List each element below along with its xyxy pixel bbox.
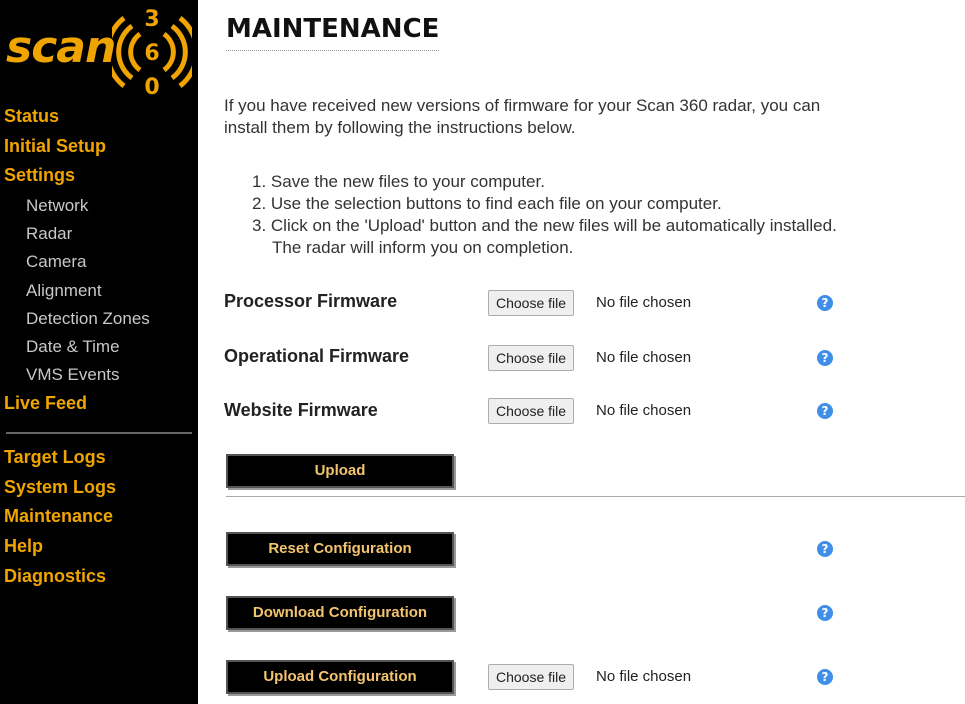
page-title: MAINTENANCE: [226, 14, 440, 51]
sidebar-item-settings[interactable]: Settings: [4, 165, 75, 186]
operational-firmware-choose-file-button[interactable]: Choose file: [488, 345, 575, 371]
sidebar-item-status[interactable]: Status: [4, 106, 59, 127]
instruction-step-3-continued: The radar will inform you on completion.: [272, 238, 574, 257]
upload-configuration-choose-file-button[interactable]: Choose file: [488, 664, 575, 690]
download-configuration-button[interactable]: Download Configuration: [226, 596, 454, 630]
processor-firmware-help-icon[interactable]: ?: [817, 295, 833, 311]
logo-digit-6: 6: [144, 41, 159, 66]
instruction-step-3: 3. Click on the 'Upload' button and the …: [252, 216, 837, 235]
logo-digit-0: 0: [144, 75, 159, 100]
operational-firmware-file-status: No file chosen: [596, 349, 692, 366]
instruction-step-2: 2. Use the selection buttons to find eac…: [252, 194, 722, 213]
download-configuration-help-icon[interactable]: ?: [817, 605, 833, 621]
upload-firmware-button[interactable]: Upload: [226, 454, 454, 488]
upload-configuration-file-status: No file chosen: [596, 668, 692, 685]
website-firmware-choose-file-button[interactable]: Choose file: [488, 398, 575, 424]
instruction-step-1: 1. Save the new files to your computer.: [252, 172, 545, 191]
upload-configuration-button[interactable]: Upload Configuration: [226, 660, 454, 694]
logo-digit-3: 3: [144, 7, 159, 32]
sidebar: scan 3 6 0 Status Initial Setup Settings…: [0, 0, 198, 704]
sidebar-divider: [6, 432, 192, 434]
scan-360-logo[interactable]: scan 3 6 0: [4, 4, 194, 100]
operational-firmware-help-icon[interactable]: ?: [817, 350, 833, 366]
radar-waves-icon: 3 6 0: [112, 7, 192, 100]
sidebar-item-diagnostics[interactable]: Diagnostics: [4, 566, 106, 587]
reset-configuration-help-icon[interactable]: ?: [817, 541, 833, 557]
processor-firmware-label: Processor Firmware: [224, 291, 398, 311]
upload-configuration-help-icon[interactable]: ?: [817, 669, 833, 685]
sidebar-item-help[interactable]: Help: [4, 536, 43, 557]
sidebar-item-vms-events[interactable]: VMS Events: [26, 365, 120, 385]
intro-text-line1: If you have received new versions of fir…: [224, 96, 821, 115]
intro-text-line2: install them by following the instructio…: [224, 118, 576, 137]
processor-firmware-file-status: No file chosen: [596, 294, 692, 311]
main-content: MAINTENANCE If you have received new ver…: [200, 0, 965, 704]
sidebar-item-maintenance[interactable]: Maintenance: [4, 506, 113, 527]
website-firmware-help-icon[interactable]: ?: [817, 403, 833, 419]
sidebar-item-date-time[interactable]: Date & Time: [26, 337, 120, 357]
website-firmware-label: Website Firmware: [224, 400, 378, 420]
operational-firmware-label: Operational Firmware: [224, 346, 410, 366]
sidebar-item-system-logs[interactable]: System Logs: [4, 477, 116, 498]
sidebar-item-camera[interactable]: Camera: [26, 252, 86, 272]
sidebar-item-radar[interactable]: Radar: [26, 224, 72, 244]
reset-configuration-button[interactable]: Reset Configuration: [226, 532, 454, 566]
sidebar-item-alignment[interactable]: Alignment: [26, 281, 102, 301]
logo-text: scan: [6, 22, 116, 73]
sidebar-item-detection-zones[interactable]: Detection Zones: [26, 309, 150, 329]
sidebar-item-target-logs[interactable]: Target Logs: [4, 447, 106, 468]
processor-firmware-choose-file-button[interactable]: Choose file: [488, 290, 575, 316]
sidebar-item-live-feed[interactable]: Live Feed: [4, 393, 87, 414]
sidebar-item-network[interactable]: Network: [26, 196, 88, 216]
section-divider: [226, 496, 965, 497]
website-firmware-file-status: No file chosen: [596, 402, 692, 419]
sidebar-item-initial-setup[interactable]: Initial Setup: [4, 136, 106, 157]
